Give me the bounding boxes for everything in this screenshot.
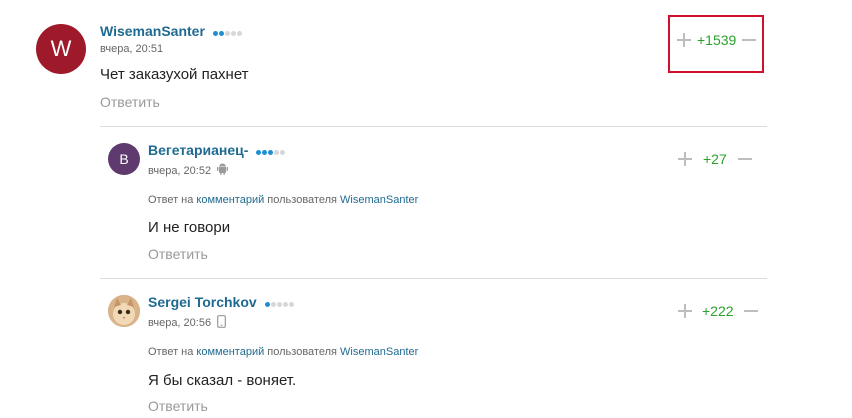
comment-meta: вчера, 20:52 (148, 163, 229, 178)
highlight-box (668, 15, 764, 73)
user-rank-dots (212, 24, 243, 40)
username[interactable]: WisemanSanter (100, 23, 243, 40)
downvote-minus-icon[interactable] (743, 304, 758, 318)
upvote-plus-icon[interactable] (678, 304, 692, 318)
username-text: Вегетарианец- (148, 142, 249, 158)
reply-to-middle: пользователя (267, 194, 337, 206)
timestamp: вчера, 20:51 (100, 43, 164, 55)
comment-meta: вчера, 20:51 (100, 43, 163, 55)
user-rank-dots (264, 295, 295, 311)
avatar[interactable]: В (108, 143, 140, 175)
reply-button[interactable]: Ответить (148, 246, 208, 262)
username[interactable]: Вегетарианец- (148, 142, 286, 159)
phone-icon (217, 315, 226, 331)
cat-photo-icon (108, 295, 140, 327)
reply-to-middle: пользователя (267, 346, 337, 358)
reply-to-user-link[interactable]: WisemanSanter (340, 346, 418, 358)
reply-to-line: Ответ на комментарий пользователя Wisema… (148, 346, 418, 358)
avatar-letter: W (50, 36, 72, 61)
comment-2: В Вегетарианец- вчера, 20:52 Ответ на ко… (0, 127, 852, 277)
comment-text: Чет заказухой пахнет (100, 66, 249, 83)
username[interactable]: Sergei Torchkov (148, 294, 295, 311)
avatar-letter: В (119, 151, 129, 167)
reply-button[interactable]: Ответить (148, 398, 208, 414)
avatar[interactable]: W (36, 24, 86, 74)
reply-to-prefix: Ответ на (148, 194, 194, 206)
comment-text: И не говори (148, 219, 231, 236)
username-text: Sergei Torchkov (148, 294, 257, 310)
username-text: WisemanSanter (100, 23, 205, 39)
reply-to-comment-link[interactable]: комментарий (196, 194, 264, 206)
android-icon (217, 163, 229, 178)
reply-to-user-link[interactable]: WisemanSanter (340, 194, 418, 206)
comment-1: W WisemanSanter вчера, 20:51 Чет заказух… (0, 0, 852, 126)
comment-meta: вчера, 20:56 (148, 315, 226, 331)
reply-to-line: Ответ на комментарий пользователя Wisema… (148, 194, 418, 206)
user-rank-dots (256, 143, 286, 159)
reply-button[interactable]: Ответить (100, 94, 160, 110)
vote-widget: +27 (678, 148, 752, 170)
score: +27 (703, 151, 727, 167)
score: +222 (702, 303, 734, 319)
reply-to-prefix: Ответ на (148, 346, 194, 358)
upvote-plus-icon[interactable] (678, 152, 692, 166)
downvote-minus-icon[interactable] (737, 152, 752, 166)
comment-3: Sergei Torchkov вчера, 20:56 Ответ на ко… (0, 279, 852, 418)
timestamp: вчера, 20:56 (148, 317, 212, 329)
comment-text: Я бы сказал - воняет. (148, 372, 297, 389)
vote-widget: +222 (678, 300, 758, 322)
avatar[interactable] (108, 295, 140, 327)
timestamp: вчера, 20:52 (148, 164, 212, 177)
reply-to-comment-link[interactable]: комментарий (196, 346, 264, 358)
